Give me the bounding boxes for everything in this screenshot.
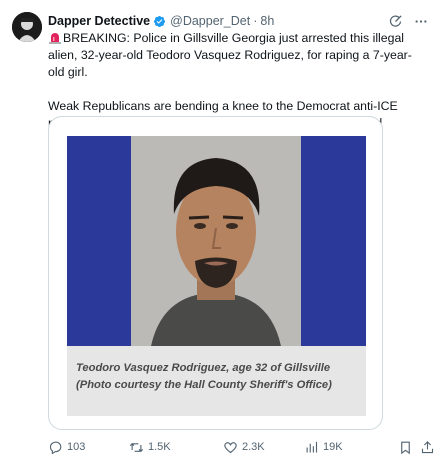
reply-button[interactable]: 103 (48, 440, 85, 455)
caption-line-1: Teodoro Vasquez Rodriguez, age 32 of Gil… (76, 362, 331, 374)
tweet-header: Dapper Detective @Dapper_Det · 8h (48, 12, 429, 30)
repost-button[interactable]: 1.5K (129, 440, 171, 455)
grok-icon[interactable] (388, 14, 403, 29)
tweet-actions-bar: 103 1.5K 2.3K 19K (48, 438, 434, 456)
media-card[interactable]: Teodoro Vasquez Rodriguez, age 32 of Gil… (48, 116, 383, 430)
siren-emoji-icon (48, 31, 62, 44)
repost-icon (129, 440, 144, 455)
heart-icon (223, 440, 238, 455)
avatar[interactable] (12, 12, 42, 42)
mugshot-photo (131, 136, 301, 346)
repost-count: 1.5K (148, 441, 171, 453)
author-display-name[interactable]: Dapper Detective (48, 14, 150, 28)
mugshot-image[interactable] (67, 136, 366, 346)
tweet-paragraph-1-text: BREAKING: Police in Gillsville Georgia j… (48, 31, 412, 79)
image-caption: Teodoro Vasquez Rodriguez, age 32 of Gil… (67, 346, 366, 416)
views-button[interactable]: 19K (304, 440, 343, 455)
separator-dot: · (253, 14, 258, 28)
tweet-paragraph-1: BREAKING: Police in Gillsville Georgia j… (48, 30, 427, 81)
reply-icon (48, 440, 63, 455)
verified-badge-icon (153, 15, 166, 28)
like-button[interactable]: 2.3K (223, 440, 265, 455)
share-icon (420, 440, 435, 455)
author-handle[interactable]: @Dapper_Det (170, 14, 250, 28)
tweet-timestamp[interactable]: 8h (260, 14, 274, 28)
view-count: 19K (323, 441, 343, 453)
bookmark-icon (398, 440, 413, 455)
tweet-card[interactable]: Dapper Detective @Dapper_Det · 8h BREAKI… (0, 0, 441, 472)
like-count: 2.3K (242, 441, 265, 453)
bookmark-button[interactable] (398, 440, 413, 455)
views-chart-icon (304, 440, 319, 455)
caption-line-2: (Photo courtesy the Hall County Sheriff'… (76, 379, 332, 391)
more-options-icon[interactable] (413, 14, 429, 29)
share-button[interactable] (420, 440, 435, 455)
reply-count: 103 (67, 441, 86, 453)
